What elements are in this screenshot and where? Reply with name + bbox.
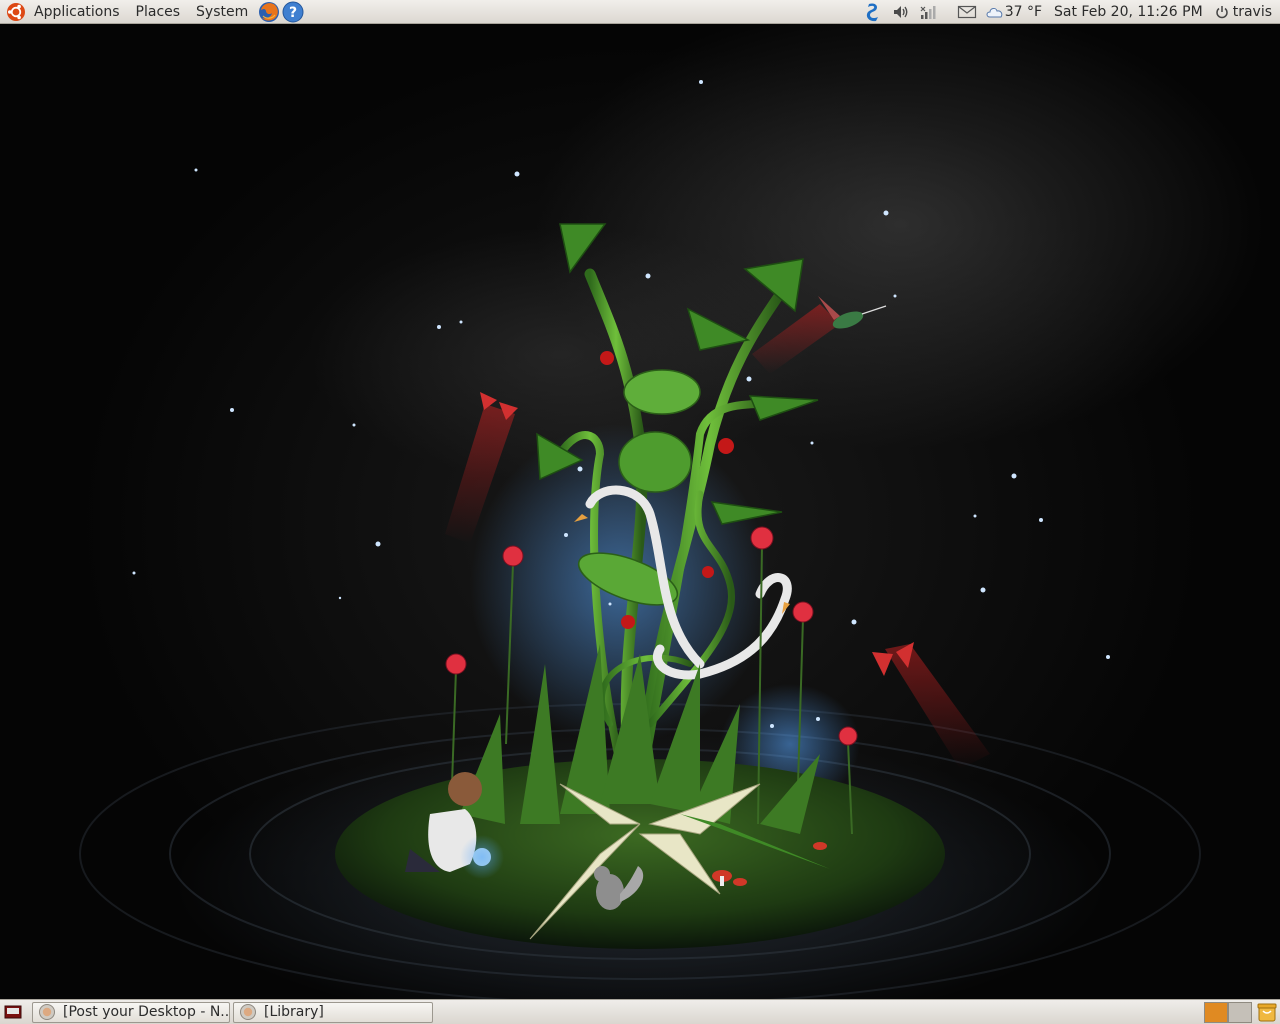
skype-icon[interactable] <box>863 2 883 22</box>
weather-cloud-icon <box>985 2 1005 22</box>
workspace-2[interactable] <box>1228 1001 1252 1023</box>
menu-places[interactable]: Places <box>128 0 189 24</box>
taskbar-label: [Library] <box>264 1004 324 1020</box>
taskbar-button-post-your-desktop[interactable]: [Post your Desktop - N... <box>32 1001 230 1023</box>
volume-icon[interactable] <box>891 2 911 22</box>
help-icon[interactable]: ? <box>282 1 304 23</box>
taskbar-button-library[interactable]: [Library] <box>233 1001 433 1023</box>
menu-applications[interactable]: Applications <box>26 0 128 24</box>
desktop[interactable] <box>0 24 1280 999</box>
network-icon[interactable] <box>919 2 939 22</box>
firefox-icon <box>39 1004 55 1020</box>
desktop-wallpaper <box>79 80 1201 999</box>
mail-icon[interactable] <box>957 2 977 22</box>
taskbar-label: [Post your Desktop - N... <box>63 1004 230 1020</box>
show-desktop-icon <box>4 1005 22 1019</box>
main-menu: Applications Places System ? <box>0 0 304 24</box>
svg-text:?: ? <box>289 5 297 21</box>
firefox-icon <box>240 1004 256 1020</box>
system-tray: 37 °F Sat Feb 20, 11:26 PM travis <box>859 0 1280 24</box>
workspace-switcher <box>1204 1001 1252 1023</box>
clock[interactable]: Sat Feb 20, 11:26 PM <box>1048 0 1209 24</box>
show-desktop-button[interactable] <box>2 1002 24 1022</box>
workspace-1[interactable] <box>1204 1001 1228 1023</box>
firefox-icon[interactable] <box>258 1 280 23</box>
user-menu[interactable]: travis <box>1209 0 1280 24</box>
ubuntu-logo-icon[interactable] <box>6 2 26 22</box>
top-panel: Applications Places System ? 37 °F Sat F… <box>0 0 1280 24</box>
weather-temperature[interactable]: 37 °F <box>1005 0 1048 24</box>
bottom-panel: [Post your Desktop - N... [Library] <box>0 999 1280 1024</box>
trash-icon[interactable] <box>1256 1001 1278 1023</box>
power-icon <box>1216 5 1228 18</box>
menu-system[interactable]: System <box>188 0 256 24</box>
user-name: travis <box>1232 3 1272 20</box>
